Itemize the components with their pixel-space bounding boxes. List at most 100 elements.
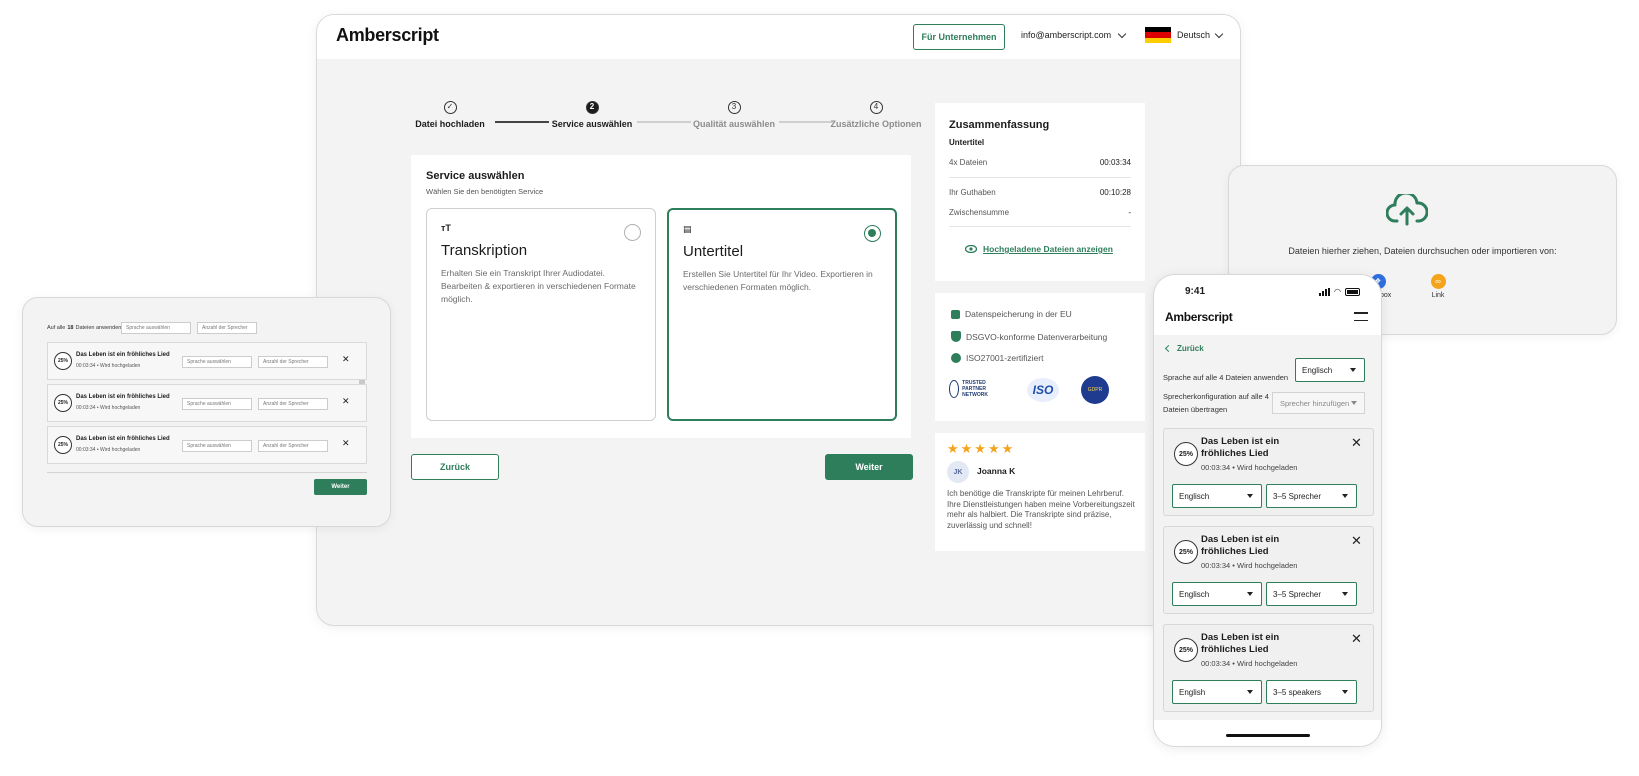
text-size-icon: тT <box>441 223 451 233</box>
close-icon[interactable]: ✕ <box>342 396 350 407</box>
link-import[interactable]: ∞ Link <box>1418 274 1458 299</box>
file-meta: 00:03:34 • Wird hochgeladen <box>76 447 141 453</box>
progress-ring: 25% <box>1174 540 1198 564</box>
file-row: 25% Das Leben ist ein fröhliches Lied 00… <box>47 342 367 380</box>
speaker-select[interactable]: Sprecher hinzufügen <box>1272 392 1365 414</box>
home-indicator[interactable] <box>1226 734 1310 737</box>
speaker-select[interactable]: 3–5 Sprecher <box>1266 582 1357 606</box>
caret-down-icon <box>1351 401 1357 405</box>
review-card: ★★★★★ JK Joanna K Ich benötige die Trans… <box>935 433 1145 551</box>
source-label: Link <box>1431 292 1445 299</box>
top-bar: Amberscript Für Unternehmen info@ambersc… <box>317 15 1240 59</box>
speaker-select[interactable]: 3–5 speakers <box>1266 680 1357 704</box>
language-selector[interactable]: Deutsch <box>1145 27 1224 43</box>
logo[interactable]: Amberscript <box>1165 310 1233 324</box>
hamburger-menu-icon[interactable] <box>1354 312 1368 321</box>
summary-panel: Zusammenfassung Untertitel 4x Dateien 00:… <box>935 103 1145 281</box>
show-uploaded-files-link[interactable]: Hochgeladene Dateien anzeigen <box>965 244 1113 254</box>
language-select[interactable]: Englisch <box>1172 582 1262 606</box>
language-select[interactable]: Sprache auswählen <box>182 398 252 410</box>
speaker-select[interactable]: Anzahl der Sprecher <box>258 356 328 368</box>
step-label: Datei hochladen <box>415 119 485 129</box>
divider <box>949 226 1131 227</box>
signal-icon <box>1319 288 1330 296</box>
language-select[interactable]: Sprache auswählen <box>182 356 252 368</box>
step-service[interactable]: 2 Service auswählen <box>537 101 647 129</box>
summary-row: Zwischensumme - <box>949 208 1131 217</box>
radio-button[interactable] <box>624 224 641 241</box>
file-meta: 00:03:34 • Wird hochgeladen <box>1201 561 1298 570</box>
next-button[interactable]: Weiter <box>314 479 367 495</box>
avatar: JK <box>947 461 969 483</box>
file-title: Das Leben ist ein fröhliches Lied <box>76 436 170 442</box>
language-select[interactable]: Sprache auswählen <box>182 440 252 452</box>
apply-language-select[interactable]: Englisch <box>1295 358 1365 382</box>
summary-row: 4x Dateien 00:03:34 <box>949 158 1131 167</box>
language-select[interactable]: Englisch <box>1172 484 1262 508</box>
logo[interactable]: Amberscript <box>336 25 439 46</box>
speaker-select[interactable]: 3–5 Sprecher <box>1266 484 1357 508</box>
divider <box>47 472 367 473</box>
close-icon[interactable]: ✕ <box>1351 631 1362 647</box>
step-label: Qualität auswählen <box>692 119 776 129</box>
step-number-icon: 4 <box>869 101 883 114</box>
phone-header: 9:41 ◠ Amberscript <box>1154 275 1381 335</box>
option-transcription[interactable]: тT Transkription Erhalten Sie ein Transk… <box>426 208 656 421</box>
speaker-select[interactable]: Anzahl der Sprecher <box>258 398 328 410</box>
back-button[interactable]: Zurück <box>411 454 499 480</box>
row-label: 4x Dateien <box>949 158 988 167</box>
status-time: 9:41 <box>1185 286 1206 297</box>
progress-ring: 25% <box>1174 638 1198 662</box>
step-quality[interactable]: 3 Qualität auswählen <box>679 101 789 129</box>
business-button[interactable]: Für Unternehmen <box>913 24 1005 50</box>
trust-item: Datenspeicherung in der EU <box>951 309 1072 319</box>
language-select[interactable]: Sprache auswählen <box>121 322 191 334</box>
caret-down-icon <box>1342 592 1348 596</box>
trust-panel: Datenspeicherung in der EU DSGVO-konform… <box>935 293 1145 421</box>
row-label: Zwischensumme <box>949 208 1010 217</box>
account-menu[interactable]: info@amberscript.com <box>1021 29 1127 40</box>
service-title: Service auswählen <box>426 170 525 182</box>
speaker-select[interactable]: Anzahl der Sprecher <box>258 440 328 452</box>
shield-check-icon <box>951 331 961 342</box>
tablet-window: Auf alle 18 Dateien anwenden Sprache auswä… <box>22 297 391 527</box>
step-options[interactable]: 4 Zusätzliche Optionen <box>821 101 931 129</box>
row-value: - <box>1128 208 1131 217</box>
back-link[interactable]: Zurück <box>1164 344 1204 353</box>
caret-down-icon <box>1247 592 1253 596</box>
chevron-down-icon <box>1117 29 1127 38</box>
chevron-down-icon <box>1214 29 1224 38</box>
row-value: 00:03:34 <box>1099 158 1131 167</box>
service-panel: Service auswählen Wählen Sie den benötig… <box>411 155 911 438</box>
iso-badge: ISO <box>1027 378 1059 402</box>
close-icon[interactable]: ✕ <box>1351 435 1362 451</box>
radio-button-selected[interactable] <box>864 225 881 242</box>
trust-label: Datenspeicherung in der EU <box>965 309 1072 319</box>
step-number-icon: 3 <box>727 101 741 114</box>
next-button[interactable]: Weiter <box>825 454 913 480</box>
file-title: Das Leben ist ein fröhliches Lied <box>76 394 170 400</box>
option-title: Transkription <box>441 242 528 259</box>
progress-ring: 25% <box>54 352 72 370</box>
file-row: 25% Das Leben ist ein fröhliches Lied 00… <box>47 426 367 464</box>
close-icon[interactable]: ✕ <box>342 438 350 449</box>
check-icon: ✓ <box>443 101 457 114</box>
back-label: Zurück <box>1177 344 1204 353</box>
subtitles-icon: ▤ <box>683 224 692 234</box>
trust-label: ISO27001-zertifiziert <box>966 353 1044 363</box>
file-title: Das Leben ist ein fröhliches Lied <box>1201 436 1280 459</box>
language-select[interactable]: English <box>1172 680 1262 704</box>
close-icon[interactable]: ✕ <box>1351 533 1362 549</box>
wifi-icon: ◠ <box>1334 287 1341 296</box>
service-subtitle: Wählen Sie den benötigten Service <box>426 187 544 196</box>
option-description: Erstellen Sie Untertitel für Ihr Video. … <box>683 269 873 292</box>
link-icon: ∞ <box>1430 274 1446 289</box>
step-upload[interactable]: ✓ Datei hochladen <box>395 101 505 129</box>
rating-stars: ★★★★★ <box>947 441 1016 456</box>
file-meta: 00:03:34 • Wird hochgeladen <box>76 405 141 411</box>
close-icon[interactable]: ✕ <box>342 354 350 365</box>
option-subtitles[interactable]: ▤ Untertitel Erstellen Sie Untertitel fü… <box>667 208 897 421</box>
speaker-select[interactable]: Anzahl der Sprecher <box>197 322 257 334</box>
file-title: Das Leben ist ein fröhliches Lied <box>76 352 170 358</box>
progress-ring: 25% <box>54 394 72 412</box>
